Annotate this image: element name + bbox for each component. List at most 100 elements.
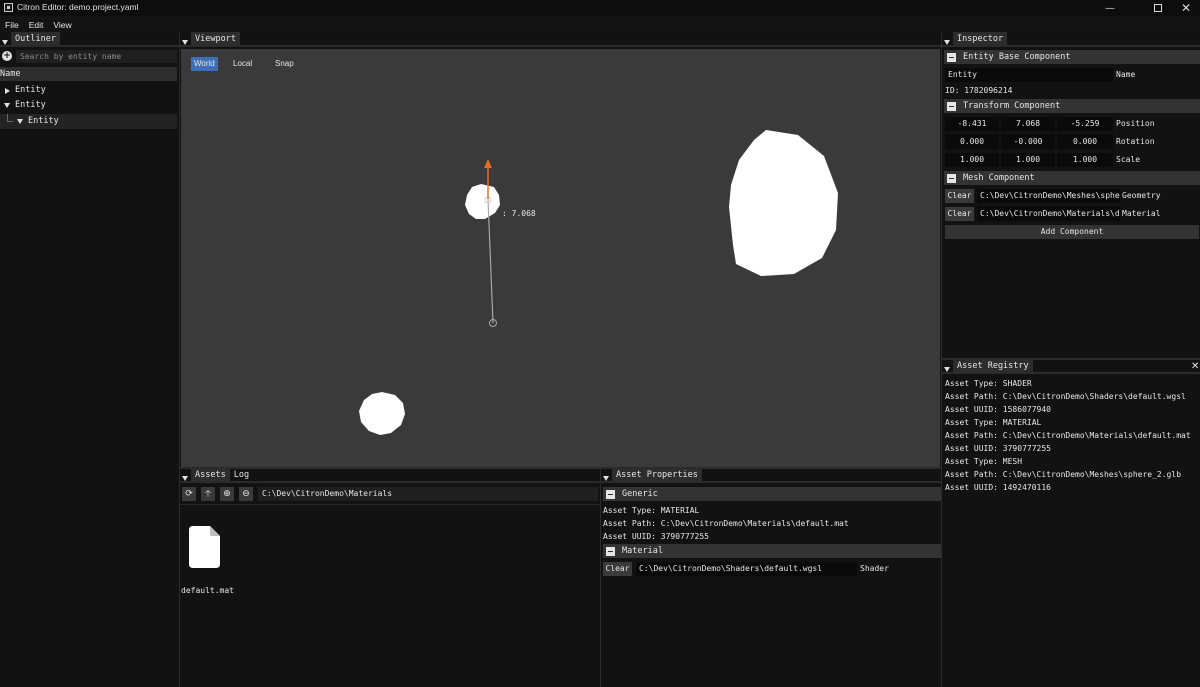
geometry-path-field[interactable]: C:\Dev\CitronDemo\Meshes\sphere_2.g [977,189,1120,203]
sphere-mesh [729,130,838,276]
shader-label: Shader [860,564,889,573]
transform-header[interactable]: Transform Component [944,99,1200,113]
scale-x-field[interactable]: 1.000 [945,153,999,167]
position-z-field[interactable]: -5.259 [1057,117,1113,131]
collapse-arrow-icon[interactable] [4,103,10,108]
panel-menu-icon[interactable] [182,476,188,481]
tree-row[interactable]: Entity [0,83,177,98]
mesh-header[interactable]: Mesh Component [944,171,1200,185]
tab-outliner[interactable]: Outliner [11,32,60,45]
rotation-z-field[interactable]: 0.000 [1057,135,1113,149]
position-x-field[interactable]: -8.431 [945,117,999,131]
sphere-mesh [359,392,405,435]
tab-inspector[interactable]: Inspector [953,32,1008,45]
title-bar: Citron Editor: demo.project.yaml — ✕ [0,0,1200,16]
registry-line: Asset Path: C:\Dev\CitronDemo\Shaders\de… [945,392,1186,401]
menu-edit[interactable]: Edit [29,20,49,30]
zoom-in-icon[interactable]: ⊕ [220,487,234,501]
expand-arrow-icon[interactable] [5,87,10,94]
menu-file[interactable]: File [5,20,24,30]
panel-menu-icon[interactable] [944,367,950,372]
generic-header[interactable]: Generic [603,487,941,501]
menu-view[interactable]: View [53,20,76,30]
collapse-icon[interactable] [947,101,956,111]
up-directory-icon[interactable]: 🡡 [201,487,215,501]
tree-row-label: Entity [28,116,59,126]
tab-log[interactable]: Log [230,468,253,481]
section-title: Entity Base Component [963,52,1071,62]
inspector-panel: Inspector Entity Base Component Entity N… [942,32,1200,358]
tree-row-label: Entity [15,85,46,95]
entity-search-input[interactable] [16,50,177,63]
menu-bar: File Edit View [0,16,1200,33]
registry-line: Asset UUID: 1492470116 [945,483,1051,492]
collapse-icon[interactable] [606,489,615,499]
window-title: Citron Editor: demo.project.yaml [17,2,139,12]
clear-material-button[interactable]: Clear [945,207,974,221]
shader-path-field[interactable]: C:\Dev\CitronDemo\Shaders\default.wgsl [636,562,857,576]
entity-name-field[interactable]: Entity [945,68,1113,82]
add-component-button[interactable]: Add Component [945,225,1199,239]
outliner-panel: Outliner + Name Entity Entity Entity [0,32,179,687]
assets-path-field[interactable]: C:\Dev\CitronDemo\Materials [258,487,598,501]
asset-registry-panel: Asset Registry ✕ Asset Type: SHADER Asse… [942,359,1200,687]
registry-tabbar: Asset Registry [942,359,1200,374]
asset-properties-panel: Asset Properties Generic Asset Type: MAT… [601,468,941,687]
position-y-field[interactable]: 7.068 [1001,117,1055,131]
tab-assets[interactable]: Assets [191,468,230,481]
section-title: Generic [622,489,658,499]
position-label: Position [1116,119,1155,128]
rotation-y-field[interactable]: -0.000 [1001,135,1055,149]
tab-asset-registry[interactable]: Asset Registry [953,359,1033,372]
name-label: Name [1116,70,1136,79]
gizmo-y-arrow [484,159,492,168]
panel-menu-icon[interactable] [603,476,609,481]
sphere-mesh-selected [465,184,500,219]
registry-line: Asset Path: C:\Dev\CitronDemo\Meshes\sph… [945,470,1182,479]
minimize-icon[interactable]: — [1094,0,1126,16]
tree-guide-line [7,121,13,122]
scale-y-field[interactable]: 1.000 [1001,153,1055,167]
zoom-out-icon[interactable]: ⊖ [239,487,253,501]
panel-menu-icon[interactable] [944,40,950,45]
tab-asset-properties[interactable]: Asset Properties [612,468,702,481]
tab-viewport[interactable]: Viewport [191,32,240,45]
collapse-icon[interactable] [947,52,956,62]
refresh-icon[interactable]: ⟳ [182,487,196,501]
section-title: Mesh Component [963,173,1035,183]
registry-line: Asset UUID: 1586077940 [945,405,1051,414]
viewport-panel: Viewport World Local Snap : 7.068 [180,32,941,467]
panel-menu-icon[interactable] [2,40,8,45]
material-path-field[interactable]: C:\Dev\CitronDemo\Materials\default [977,207,1120,221]
collapse-icon[interactable] [947,173,956,183]
add-entity-icon[interactable]: + [2,51,12,61]
registry-line: Asset Type: MESH [945,457,1023,466]
tree-row[interactable]: Entity [0,98,177,113]
clear-shader-button[interactable]: Clear [603,562,632,576]
entity-id-text: ID: 1782096214 [945,86,1013,95]
section-title: Transform Component [963,101,1061,111]
entity-base-header[interactable]: Entity Base Component [944,50,1200,64]
asset-properties-tabbar: Asset Properties [601,468,941,483]
assets-panel: Assets Log ⟳ 🡡 ⊕ ⊖ C:\Dev\CitronDemo\Mat… [180,468,600,687]
close-icon[interactable]: ✕ [1170,0,1200,16]
tree-row-selected[interactable]: Entity [0,114,177,129]
material-header[interactable]: Material [603,544,941,558]
file-icon [189,526,220,568]
close-panel-icon[interactable]: ✕ [1191,361,1199,372]
registry-line: Asset Path: C:\Dev\CitronDemo\Materials\… [945,431,1191,440]
registry-line: Asset Type: MATERIAL [945,418,1042,427]
section-title: Material [622,546,663,556]
asset-file-item[interactable]: default.mat [180,524,236,596]
app-icon [4,3,13,12]
clear-geometry-button[interactable]: Clear [945,189,974,203]
scene-render [359,130,838,435]
tree-guide-line [7,114,8,121]
viewport-canvas[interactable]: World Local Snap : 7.068 [181,49,940,467]
panel-menu-icon[interactable] [182,40,188,45]
collapse-icon[interactable] [606,546,615,556]
rotation-x-field[interactable]: 0.000 [945,135,999,149]
registry-line: Asset UUID: 3790777255 [945,444,1051,453]
scale-z-field[interactable]: 1.000 [1057,153,1113,167]
collapse-arrow-icon[interactable] [17,119,23,124]
